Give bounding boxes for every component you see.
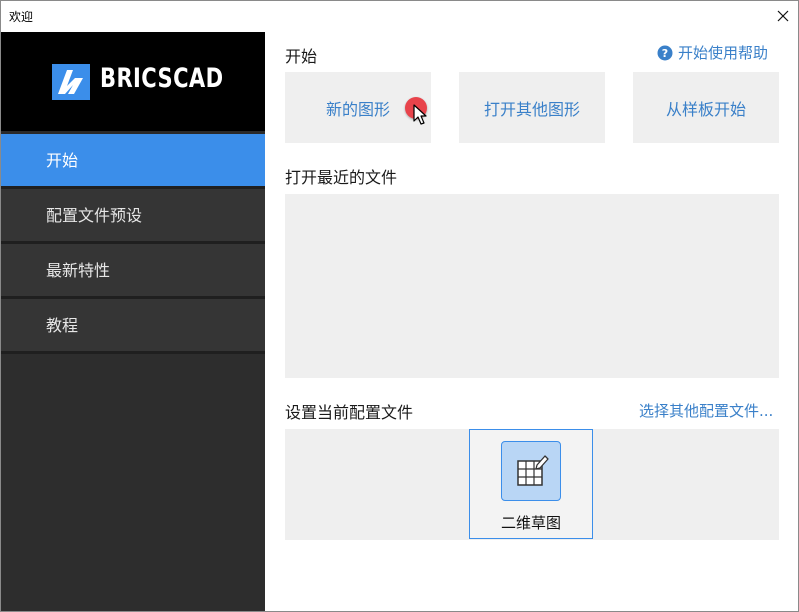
help-link[interactable]: ? 开始使用帮助 (657, 42, 768, 63)
sidebar-item-label: 最新特性 (46, 261, 111, 280)
sidebar-item-profile-presets[interactable]: 配置文件预设 (1, 186, 265, 241)
mouse-cursor-icon (413, 104, 427, 125)
bricscad-logo-icon (52, 64, 90, 100)
open-drawing-tile[interactable]: 打开其他图形 (459, 72, 605, 143)
title-bar: 欢迎 (1, 1, 798, 32)
help-link-label: 开始使用帮助 (678, 44, 769, 62)
tile-label: 从样板开始 (665, 99, 746, 119)
grid-pencil-icon (517, 455, 549, 486)
profile-card-2d-drafting[interactable]: 二维草图 (469, 429, 593, 539)
profile-card-label: 二维草图 (500, 514, 561, 532)
sidebar-item-label: 教程 (46, 316, 79, 335)
sidebar-item-label: 开始 (46, 151, 79, 170)
profile-section-title: 设置当前配置文件 (285, 403, 414, 422)
from-template-tile[interactable]: 从样板开始 (633, 72, 779, 143)
main-panel: 开始 ? 开始使用帮助 新的图形 打开其他图形 从样板开始 打开最近的文件 设置… (265, 32, 798, 611)
window-title: 欢迎 (9, 10, 34, 24)
help-icon: ? (657, 45, 673, 60)
start-section-title: 开始 (285, 47, 318, 66)
sidebar-item-tutorials[interactable]: 教程 (1, 296, 265, 351)
logo-area: BRICSCAD (1, 32, 265, 131)
profile-icon-frame (501, 441, 561, 501)
recent-files-title: 打开最近的文件 (285, 168, 398, 187)
recent-files-list[interactable] (285, 194, 779, 378)
welcome-dialog: 欢迎 BRICSCAD 开始 配置文件预设 最新特性 教程 开始 ? 开始使用帮… (0, 0, 799, 612)
close-button[interactable] (768, 1, 798, 31)
sidebar-nav: 开始 配置文件预设 最新特性 教程 (1, 131, 265, 354)
tile-label: 打开其他图形 (483, 99, 580, 119)
sidebar-item-label: 配置文件预设 (46, 206, 143, 225)
sidebar-divider (1, 351, 265, 354)
select-profile-link[interactable]: 选择其他配置文件... (639, 400, 773, 421)
sidebar-item-whats-new[interactable]: 最新特性 (1, 241, 265, 296)
svg-text:?: ? (662, 47, 668, 60)
sidebar: BRICSCAD 开始 配置文件预设 最新特性 教程 (1, 32, 265, 611)
close-icon (777, 10, 789, 22)
tile-label: 新的图形 (325, 99, 390, 119)
sidebar-item-start[interactable]: 开始 (1, 131, 265, 186)
profile-list: 二维草图 (285, 429, 779, 540)
logo-text: BRICSCAD (100, 63, 224, 94)
